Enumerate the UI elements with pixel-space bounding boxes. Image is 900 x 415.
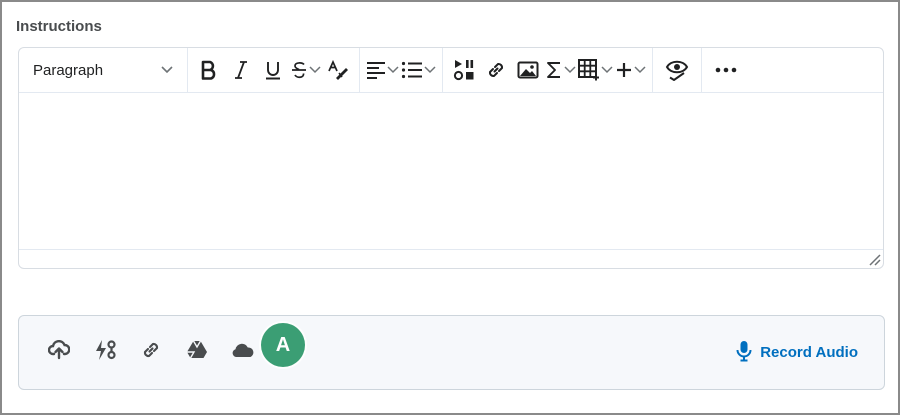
- upload-cloud-icon: [47, 339, 71, 365]
- chevron-down-icon: [387, 66, 399, 74]
- preview-eye-icon: [665, 59, 689, 81]
- chevron-down-icon: [634, 66, 646, 74]
- chevron-down-icon: [424, 66, 436, 74]
- rich-text-editor: Paragraph: [18, 47, 884, 269]
- toolbar-group-preview: [653, 48, 702, 92]
- table-button[interactable]: [578, 54, 613, 86]
- align-button[interactable]: [366, 54, 399, 86]
- list-button[interactable]: [401, 54, 436, 86]
- resize-handle-icon[interactable]: [867, 252, 881, 266]
- bold-button[interactable]: [194, 54, 224, 86]
- attachment-buttons: [39, 333, 263, 373]
- record-audio-label: Record Audio: [760, 344, 858, 361]
- bold-icon: [200, 60, 218, 80]
- image-icon: [517, 60, 539, 80]
- plus-icon: [615, 61, 633, 79]
- paragraph-format-label: Paragraph: [33, 61, 104, 79]
- underline-button[interactable]: [258, 54, 288, 86]
- preview-button[interactable]: [659, 54, 695, 86]
- onedrive-button[interactable]: [223, 333, 263, 373]
- instructions-label: Instructions: [16, 18, 102, 35]
- align-left-icon: [366, 61, 386, 79]
- quicklink-button[interactable]: [85, 333, 125, 373]
- assignment-editor-panel: Instructions Paragraph Record Audio A: [0, 0, 900, 415]
- callout-marker: A: [261, 323, 305, 367]
- bullet-list-icon: [401, 61, 423, 79]
- paragraph-format-select[interactable]: Paragraph: [25, 54, 181, 86]
- editor-toolbar: Paragraph: [19, 48, 883, 93]
- insert-media-icon: [453, 59, 475, 81]
- toolbar-group-text-style: [188, 48, 360, 92]
- google-drive-button[interactable]: [177, 333, 217, 373]
- spellcheck-button[interactable]: [323, 54, 353, 86]
- insert-link-button[interactable]: [481, 54, 511, 86]
- toolbar-group-paragraph: [360, 48, 443, 92]
- upload-file-button[interactable]: [39, 333, 79, 373]
- quicklink-icon: [93, 339, 117, 366]
- link-icon: [485, 59, 507, 81]
- sigma-icon: [545, 60, 563, 80]
- spellcheck-icon: [327, 60, 349, 80]
- insert-media-button[interactable]: [449, 54, 479, 86]
- italic-button[interactable]: [226, 54, 256, 86]
- onedrive-icon: [231, 342, 255, 363]
- attach-link-button[interactable]: [131, 333, 171, 373]
- more-icon: [715, 67, 737, 73]
- insert-more-button[interactable]: [615, 54, 646, 86]
- table-icon: [578, 59, 600, 81]
- attachments-bar: Record Audio: [18, 315, 885, 390]
- strikethrough-icon: [290, 60, 308, 80]
- chevron-down-icon: [601, 66, 613, 74]
- link-icon: [140, 339, 162, 366]
- toolbar-group-format: Paragraph: [19, 48, 188, 92]
- chevron-down-icon: [161, 66, 173, 74]
- toolbar-group-more: [702, 48, 750, 92]
- record-audio-button[interactable]: Record Audio: [736, 316, 858, 389]
- google-drive-icon: [186, 340, 208, 365]
- toolbar-group-insert: [443, 48, 653, 92]
- chevron-down-icon: [309, 66, 321, 74]
- equation-button[interactable]: [545, 54, 576, 86]
- chevron-down-icon: [564, 66, 576, 74]
- strikethrough-button[interactable]: [290, 54, 321, 86]
- editor-statusbar: [19, 249, 883, 268]
- editor-content-area[interactable]: [19, 93, 883, 251]
- italic-icon: [233, 60, 249, 80]
- insert-image-button[interactable]: [513, 54, 543, 86]
- underline-icon: [264, 60, 282, 80]
- more-options-button[interactable]: [708, 54, 744, 86]
- microphone-icon: [736, 340, 752, 366]
